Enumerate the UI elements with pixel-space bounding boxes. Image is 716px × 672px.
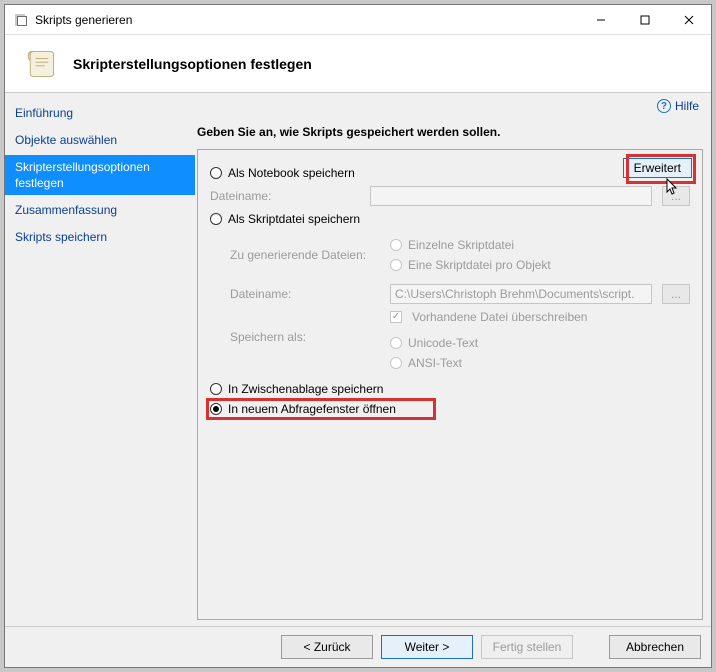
files-to-generate-label: Zu generierende Dateien: (230, 248, 380, 262)
notebook-filename-row: Dateiname: ... (210, 186, 690, 206)
help-link[interactable]: ? Hilfe (197, 99, 703, 119)
radio-label: Einzelne Skriptdatei (408, 238, 514, 252)
save-as-label: Speichern als: (230, 330, 380, 344)
sidebar-item-script-options[interactable]: Skripterstellungsoptionen festlegen (5, 155, 195, 195)
radio-open-new-query-window[interactable]: In neuem Abfragefenster öffnen (210, 402, 690, 416)
radio-icon (390, 239, 402, 251)
scriptfile-filename-input: C:\Users\Christoph Brehm\Documents\scrip… (390, 284, 652, 304)
sidebar-item-select-objects[interactable]: Objekte auswählen (5, 128, 195, 152)
radio-label: Als Skriptdatei speichern (228, 212, 360, 226)
close-button[interactable] (667, 5, 711, 35)
radio-label: In Zwischenablage speichern (228, 382, 383, 396)
help-label: Hilfe (675, 99, 699, 113)
instruction-text: Geben Sie an, wie Skripts gespeichert we… (197, 125, 703, 139)
radio-file-per-object: Eine Skriptdatei pro Objekt (390, 258, 690, 272)
overwrite-checkbox: ✓ (390, 311, 402, 323)
wizard-header: Skripterstellungsoptionen festlegen (5, 35, 711, 93)
radio-label: In neuem Abfragefenster öffnen (228, 402, 396, 416)
browse-button: ... (662, 284, 690, 304)
wizard-body: Einführung Objekte auswählen Skripterste… (5, 93, 711, 626)
sidebar-item-summary[interactable]: Zusammenfassung (5, 198, 195, 222)
radio-icon (390, 357, 402, 369)
wizard-footer: < Zurück Weiter > Fertig stellen Abbrech… (5, 626, 711, 667)
radio-save-to-clipboard[interactable]: In Zwischenablage speichern (210, 382, 690, 396)
radio-label: Als Notebook speichern (228, 166, 355, 180)
radio-ansi: ANSI-Text (390, 356, 690, 370)
radio-unicode: Unicode-Text (390, 336, 690, 350)
filename-label: Dateiname: (210, 189, 360, 203)
window-title: Skripts generieren (35, 13, 579, 27)
sidebar: Einführung Objekte auswählen Skripterste… (5, 93, 195, 626)
sidebar-item-intro[interactable]: Einführung (5, 101, 195, 125)
page-title: Skripterstellungsoptionen festlegen (73, 56, 312, 72)
titlebar: Skripts generieren (5, 5, 711, 35)
wizard-window: Skripts generieren Skripterstellungsopti… (4, 4, 712, 668)
advanced-button[interactable]: Erweitert (623, 158, 692, 178)
next-button[interactable]: Weiter > (381, 635, 473, 659)
radio-save-as-scriptfile[interactable]: Als Skriptdatei speichern (210, 212, 690, 226)
radio-label: Eine Skriptdatei pro Objekt (408, 258, 551, 272)
radio-icon (210, 403, 222, 415)
main-content: ? Hilfe Geben Sie an, wie Skripts gespei… (195, 93, 711, 626)
overwrite-label: Vorhandene Datei überschreiben (412, 310, 587, 324)
notebook-filename-input (370, 186, 652, 206)
radio-icon (390, 259, 402, 271)
minimize-button[interactable] (579, 5, 623, 35)
radio-icon (210, 383, 222, 395)
radio-label: Unicode-Text (408, 336, 478, 350)
help-icon: ? (657, 99, 671, 113)
sidebar-item-save-scripts[interactable]: Skripts speichern (5, 225, 195, 249)
radio-single-file: Einzelne Skriptdatei (390, 238, 690, 252)
back-button[interactable]: < Zurück (281, 635, 373, 659)
browse-button: ... (662, 186, 690, 206)
radio-icon (390, 337, 402, 349)
app-icon (13, 12, 29, 28)
maximize-button[interactable] (623, 5, 667, 35)
cancel-button[interactable]: Abbrechen (609, 635, 701, 659)
script-scroll-icon (23, 46, 59, 82)
finish-button: Fertig stellen (481, 635, 573, 659)
radio-icon (210, 167, 222, 179)
radio-icon (210, 213, 222, 225)
options-panel: Erweitert Als Notebook speichern Dateina… (197, 149, 703, 620)
radio-save-as-notebook[interactable]: Als Notebook speichern (210, 166, 690, 180)
radio-label: ANSI-Text (408, 356, 462, 370)
scriptfile-filename-label: Dateiname: (230, 287, 380, 301)
